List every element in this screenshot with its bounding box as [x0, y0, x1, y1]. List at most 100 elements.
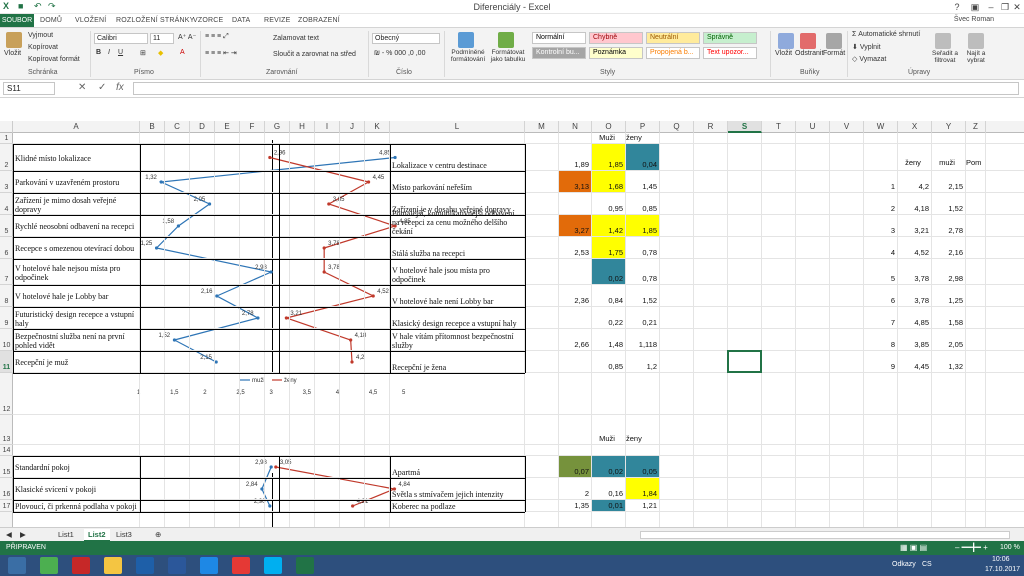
italic-button[interactable]: I [108, 49, 110, 56]
autosum-button[interactable]: Σ Automatické shrnutí [852, 31, 920, 38]
format-painter-button[interactable]: Kopírovat formát [28, 56, 80, 63]
cell-style-option[interactable]: Normální [532, 32, 586, 44]
column-header-c[interactable]: C [165, 121, 190, 133]
app-icon-red[interactable] [72, 557, 90, 574]
sheet-nav-prev-icon[interactable]: ◀ [6, 529, 12, 540]
cell-p[interactable]: 0,78 [626, 248, 657, 257]
cell-w[interactable]: 6 [864, 296, 895, 305]
column-header-b[interactable]: B [140, 121, 165, 133]
delete-cells-icon[interactable] [800, 33, 816, 49]
underline-button[interactable]: U [118, 49, 123, 56]
cell-o[interactable]: 0,01 [592, 501, 623, 510]
format-cells-icon[interactable] [826, 33, 842, 49]
minimize-icon[interactable]: – [984, 1, 998, 13]
row-header-16[interactable]: 16 [0, 478, 13, 500]
zoom-slider[interactable]: – ━━╋━ + [955, 543, 988, 552]
format-as-table-icon[interactable] [498, 32, 514, 48]
cell-y[interactable]: 1,52 [932, 204, 963, 213]
cell-p[interactable]: 1,52 [626, 296, 657, 305]
cell-y[interactable]: 2,98 [932, 274, 963, 283]
cell-p[interactable]: 0,85 [626, 204, 657, 213]
merge-center-button[interactable]: Sloučit a zarovnat na střed [273, 51, 356, 58]
cell-p[interactable]: 1,45 [626, 182, 657, 191]
cell-n[interactable]: 2,66 [559, 340, 589, 349]
cell-x[interactable]: 3,85 [898, 340, 929, 349]
cell-x[interactable]: 4,45 [898, 362, 929, 371]
formula-input[interactable] [133, 82, 1019, 95]
cell-p[interactable]: 0,05 [626, 467, 657, 476]
tab-home[interactable]: DOMŮ [40, 15, 62, 26]
horizontal-scrollbar[interactable] [640, 531, 1010, 539]
column-header-n[interactable]: N [559, 121, 592, 133]
cell-o[interactable]: 1,85 [592, 160, 623, 169]
cell-n[interactable]: 3,13 [559, 182, 589, 191]
cell-style-option[interactable]: Text upozor... [703, 47, 757, 59]
column-header-q[interactable]: Q [660, 121, 694, 133]
app-icon-green[interactable] [40, 557, 58, 574]
format-cells-button[interactable]: Formát [823, 50, 845, 57]
cell-p[interactable]: 0,04 [626, 160, 657, 169]
cell-y[interactable]: 1,25 [932, 296, 963, 305]
copy-button[interactable]: Kopírovat [28, 44, 58, 51]
cell-style-option[interactable]: Poznámka [589, 47, 643, 59]
enter-icon[interactable]: ✓ [98, 82, 106, 93]
cell-p[interactable]: 1,118 [626, 340, 657, 349]
column-header-i[interactable]: I [315, 121, 340, 133]
select-all-corner[interactable] [0, 121, 13, 133]
bold-button[interactable]: B [96, 49, 101, 56]
user-name[interactable]: Švec Roman [954, 16, 994, 23]
find-select-button[interactable]: Najít a vybrat [962, 50, 990, 64]
conditional-format-icon[interactable] [458, 32, 474, 48]
column-header-t[interactable]: T [762, 121, 796, 133]
cell-n[interactable]: 3,27 [559, 226, 589, 235]
row-header-5[interactable]: 5 [0, 215, 13, 237]
tab-page-layout[interactable]: ROZLOŽENÍ STRÁNKY [116, 15, 194, 26]
zoom-level[interactable]: 100 % [1000, 544, 1020, 551]
column-header-s[interactable]: S [728, 121, 762, 133]
cell-p[interactable]: 1,84 [626, 489, 657, 498]
column-header-e[interactable]: E [215, 121, 240, 133]
excel-taskbar-icon[interactable] [296, 557, 314, 574]
cell-style-option[interactable]: Kontrolní bu... [532, 47, 586, 59]
column-header-d[interactable]: D [190, 121, 215, 133]
cell-w[interactable]: 8 [864, 340, 895, 349]
cell-p[interactable]: 1,2 [626, 362, 657, 371]
cell-x[interactable]: 3,78 [898, 274, 929, 283]
cell-style-option[interactable]: Správně [703, 32, 757, 44]
chrome-icon[interactable] [232, 557, 250, 574]
cell-x[interactable]: 3,21 [898, 226, 929, 235]
new-sheet-icon[interactable]: ⊕ [155, 529, 161, 540]
row-header-15[interactable]: 15 [0, 456, 13, 478]
cell-o[interactable]: 0,22 [592, 318, 623, 327]
column-header-v[interactable]: V [830, 121, 864, 133]
start-icon[interactable] [8, 557, 26, 574]
cell-n[interactable]: 1,35 [559, 501, 589, 510]
row-header-11[interactable]: 11 [0, 351, 13, 373]
column-header-h[interactable]: H [290, 121, 315, 133]
cell-n[interactable]: 0,07 [559, 467, 589, 476]
column-header-u[interactable]: U [796, 121, 830, 133]
column-header-w[interactable]: W [864, 121, 898, 133]
cell-style-option[interactable]: Neutrální [646, 32, 700, 44]
row-header-12[interactable]: 12 [0, 373, 13, 415]
font-size-select[interactable]: 11 [150, 33, 174, 44]
number-format-select[interactable]: Obecný [372, 33, 440, 44]
column-header-g[interactable]: G [265, 121, 290, 133]
row-header-8[interactable]: 8 [0, 285, 13, 307]
close-icon[interactable]: ✕ [1010, 1, 1024, 13]
row-header-4[interactable]: 4 [0, 193, 13, 215]
fill-button[interactable]: ⬇ Vyplnit [852, 43, 881, 51]
sheet-tab-list1[interactable]: List1 [58, 529, 74, 540]
column-header-z[interactable]: Z [966, 121, 986, 133]
cell-n[interactable]: 2 [559, 489, 589, 498]
cell-w[interactable]: 5 [864, 274, 895, 283]
cell-p[interactable]: 0,21 [626, 318, 657, 327]
borders-icon[interactable]: ⊞ [140, 49, 146, 57]
row-header-9[interactable]: 9 [0, 307, 13, 329]
insert-cells-icon[interactable] [778, 33, 794, 49]
cell-p[interactable]: 1,85 [626, 226, 657, 235]
cut-button[interactable]: Vyjmout [28, 32, 53, 39]
outlook-icon[interactable] [136, 557, 154, 574]
cell-y[interactable]: 2,78 [932, 226, 963, 235]
font-color-icon[interactable]: A [180, 49, 185, 56]
